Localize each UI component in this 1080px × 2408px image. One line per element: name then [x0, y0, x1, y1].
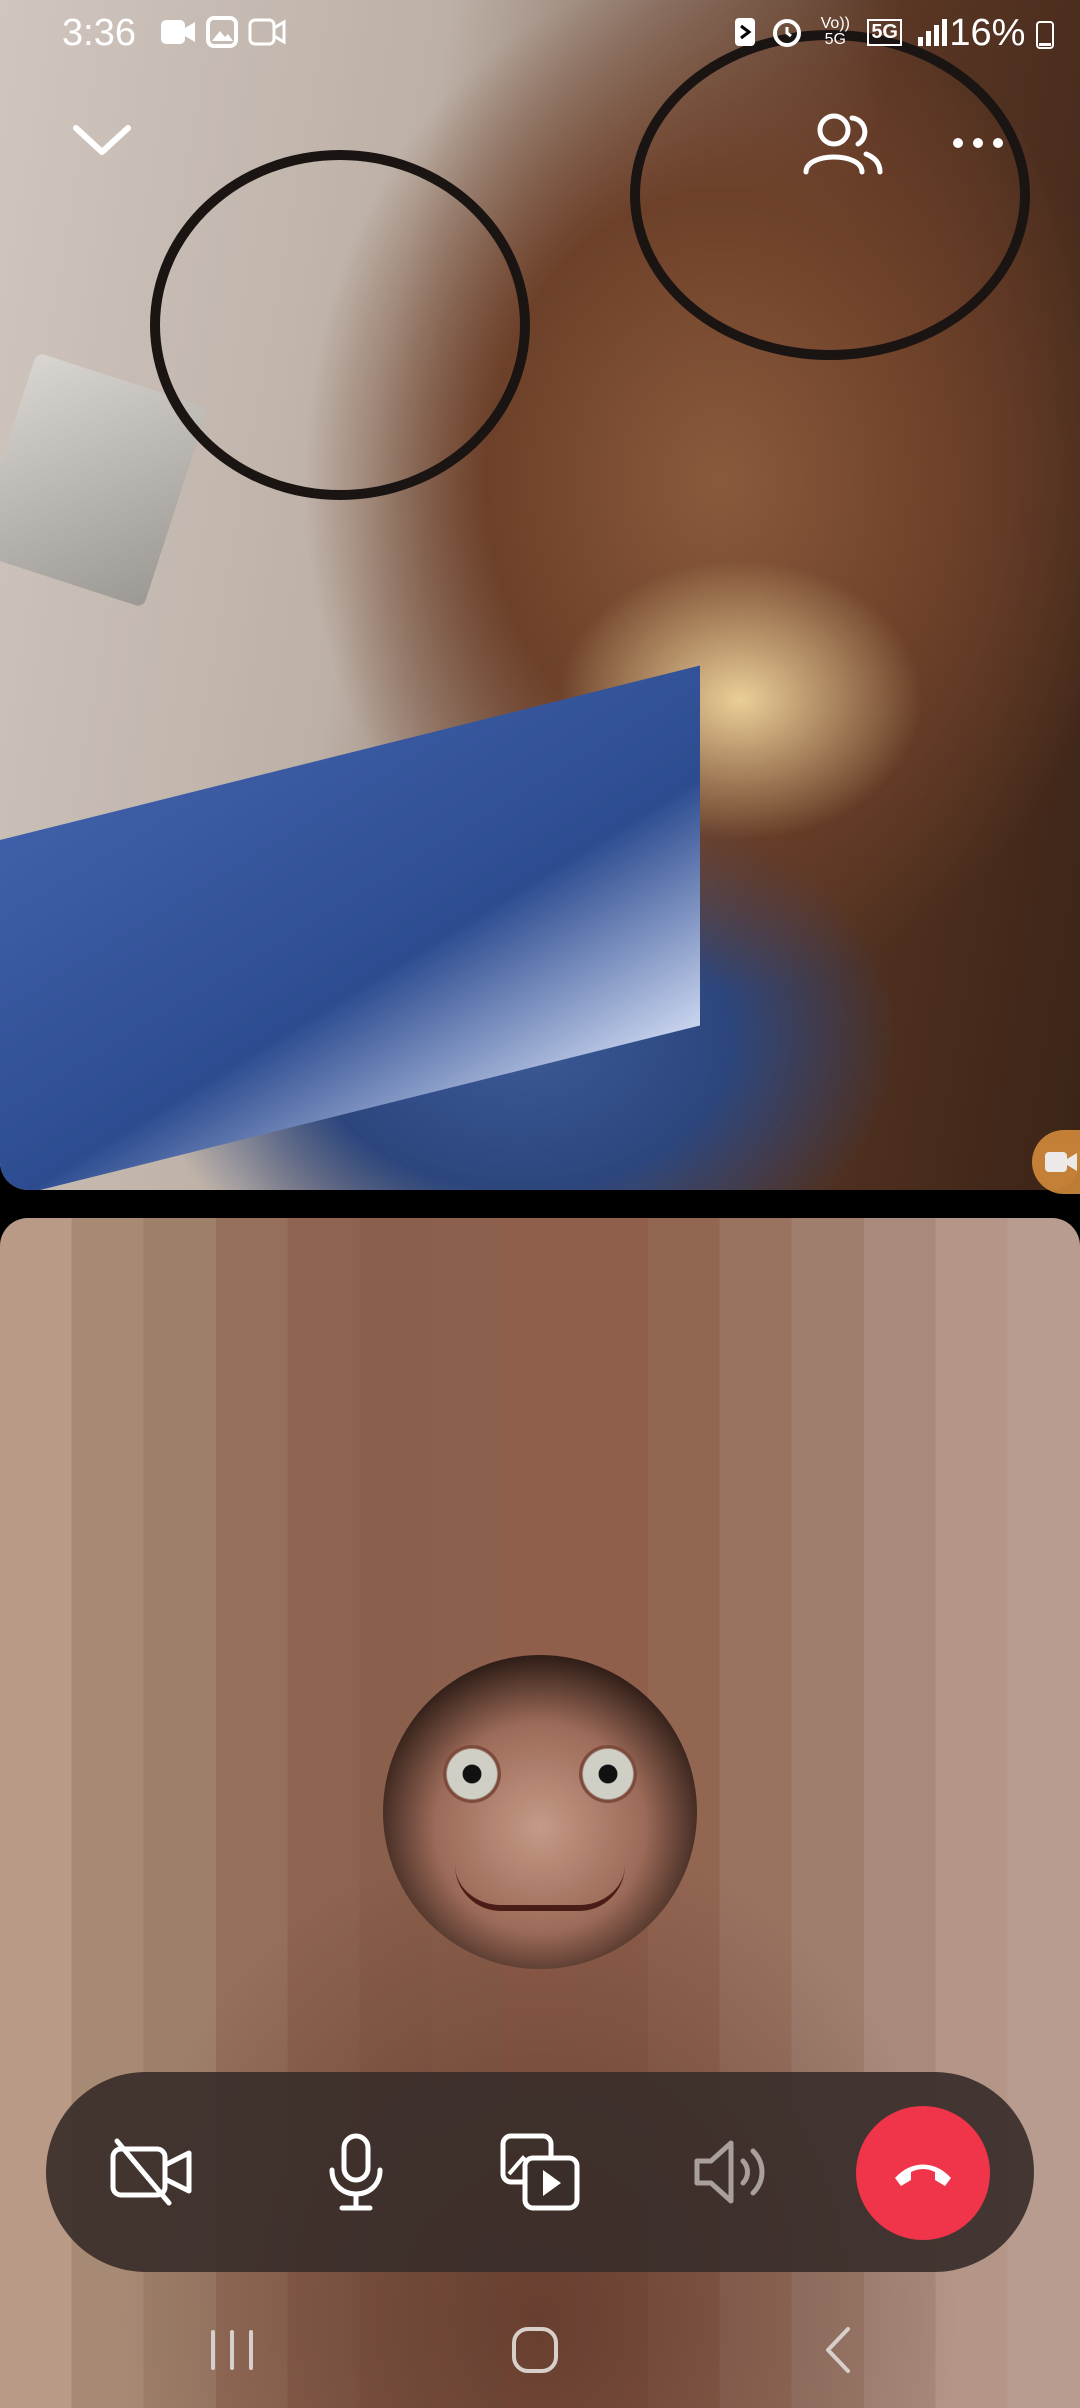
- video-icon: [1045, 1152, 1077, 1172]
- more-options-button[interactable]: [952, 136, 1004, 150]
- glasses-left-lens: [150, 150, 530, 500]
- signal-icon: [918, 19, 947, 46]
- alarm-icon: [773, 19, 802, 47]
- volte-indicator: Vo)) 5G: [820, 15, 850, 48]
- network-5g-indicator: 5G: [867, 18, 902, 46]
- system-nav-bar: [0, 2290, 1080, 2408]
- battery-level: 16%: [949, 12, 1054, 55]
- minimize-button[interactable]: [70, 120, 134, 160]
- nfc-icon: [735, 18, 756, 46]
- speaker-icon: [694, 2140, 765, 2204]
- chevron-down-icon: [73, 125, 131, 155]
- video-call-icon: [161, 20, 195, 44]
- back-button[interactable]: [808, 2320, 868, 2380]
- microphone-icon: [329, 2133, 383, 2211]
- call-controls-bar: [46, 2072, 1034, 2272]
- status-bar: 3:36 Vo)) 5G 5G 16%: [0, 0, 1080, 72]
- remote-video[interactable]: [0, 0, 1080, 1190]
- recent-apps-icon: [211, 2330, 253, 2370]
- speaker-button[interactable]: [686, 2072, 776, 2272]
- home-icon: [512, 2327, 558, 2373]
- caller-avatar: [383, 1655, 697, 1969]
- more-options-icon: [953, 138, 1003, 148]
- glasses-right-lens: [630, 30, 1030, 360]
- camera-off-icon: [110, 2138, 192, 2206]
- media-share-icon: [500, 2133, 580, 2211]
- remote-shirt: [0, 665, 700, 1190]
- home-button[interactable]: [500, 2320, 570, 2380]
- end-call-button[interactable]: [856, 2106, 990, 2240]
- back-icon: [826, 2327, 850, 2373]
- participants-icon: [803, 113, 883, 175]
- status-time: 3:36: [62, 12, 136, 54]
- participants-button[interactable]: [800, 110, 886, 178]
- effects-button[interactable]: [496, 2072, 586, 2272]
- gallery-icon: [206, 16, 238, 48]
- battery-icon: [1036, 21, 1054, 49]
- end-call-icon: [895, 2164, 951, 2186]
- screen-record-icon: [248, 18, 286, 46]
- recent-apps-button[interactable]: [200, 2320, 264, 2380]
- mute-button[interactable]: [316, 2072, 396, 2272]
- camera-off-button[interactable]: [106, 2072, 196, 2272]
